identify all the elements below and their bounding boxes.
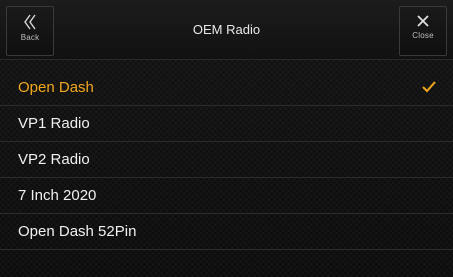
back-label: Back	[20, 33, 40, 42]
back-button[interactable]: Back	[6, 6, 54, 56]
list-item-open-dash[interactable]: Open Dash	[0, 70, 453, 106]
oem-radio-screen: Back OEM Radio Close Open Dash VP1 Radio…	[0, 0, 453, 277]
list-item-vp1-radio[interactable]: VP1 Radio	[0, 106, 453, 142]
page-title: OEM Radio	[192, 22, 261, 37]
close-button[interactable]: Close	[399, 6, 447, 56]
list-item-label: Open Dash	[18, 79, 94, 96]
list-item-label: Open Dash 52Pin	[18, 223, 137, 240]
close-icon	[417, 15, 429, 27]
header-bar: Back OEM Radio Close	[0, 0, 453, 60]
list-item-label: VP2 Radio	[18, 151, 90, 168]
radio-list: Open Dash VP1 Radio VP2 Radio 7 Inch 202…	[0, 70, 453, 250]
list-item-7-inch-2020[interactable]: 7 Inch 2020	[0, 178, 453, 214]
list-item-label: 7 Inch 2020	[18, 187, 97, 204]
close-label: Close	[412, 31, 434, 40]
list-item-label: VP1 Radio	[18, 115, 90, 132]
list-item-open-dash-52pin[interactable]: Open Dash 52Pin	[0, 214, 453, 250]
double-chevron-left-icon	[24, 14, 36, 30]
list-item-vp2-radio[interactable]: VP2 Radio	[0, 142, 453, 178]
checkmark-icon	[422, 81, 436, 93]
